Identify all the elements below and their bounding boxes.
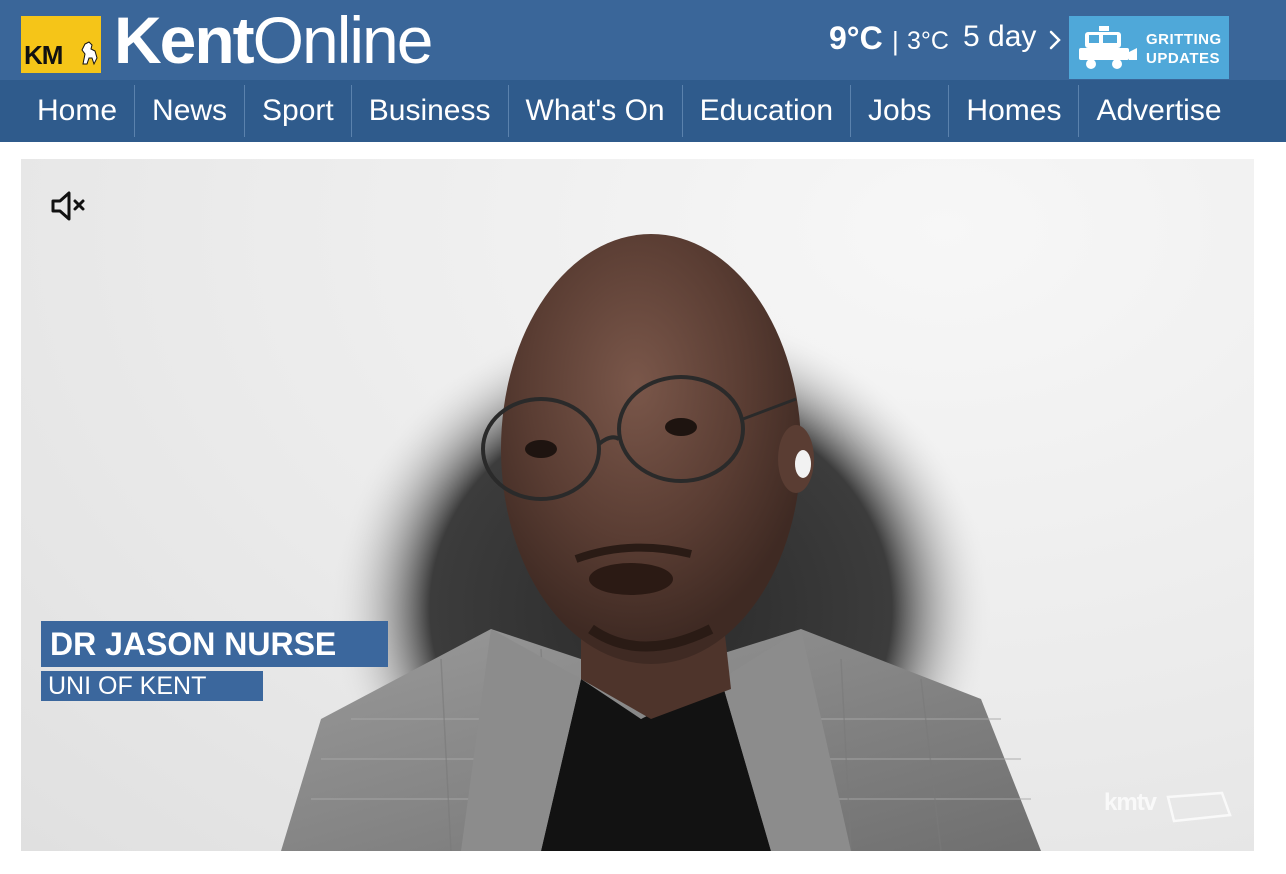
- kmtv-watermark: kmtv: [1104, 787, 1234, 827]
- nav-item-education[interactable]: Education: [681, 85, 850, 137]
- gritting-updates-banner[interactable]: GRITTING UPDATES: [1069, 16, 1229, 79]
- nav-item-sport[interactable]: Sport: [244, 85, 351, 137]
- nav-item-advertise[interactable]: Advertise: [1078, 85, 1238, 137]
- nav-item-home[interactable]: Home: [20, 85, 134, 137]
- weather-high: 9°C: [829, 20, 883, 56]
- speaker-organisation: UNI OF KENT: [41, 671, 263, 701]
- video-player[interactable]: DR JASON NURSE UNI OF KENT kmtv: [21, 159, 1254, 851]
- invicta-horse-icon: [81, 41, 98, 66]
- km-logo-text: KM: [24, 40, 63, 70]
- chevron-right-icon: [1049, 30, 1061, 50]
- kentonline-logo[interactable]: KentOnline: [114, 2, 434, 78]
- five-day-forecast-link[interactable]: 5 day: [963, 20, 1036, 54]
- gritting-title: GRITTING: [1146, 31, 1222, 48]
- weather-low: 3°C: [907, 27, 949, 55]
- nav-item-jobs[interactable]: Jobs: [850, 85, 948, 137]
- volume-muted-icon[interactable]: [49, 189, 89, 223]
- brand-kent: Kent: [114, 3, 255, 77]
- gritter-truck-icon: [1079, 26, 1137, 69]
- brand-online: Online: [252, 3, 434, 77]
- gritting-subtitle: UPDATES: [1146, 50, 1221, 67]
- nav-list: Home News Sport Business What's On Educa…: [20, 80, 1239, 142]
- nav-item-whats-on[interactable]: What's On: [507, 85, 682, 137]
- main-nav: Home News Sport Business What's On Educa…: [0, 80, 1286, 142]
- speaker-name: DR JASON NURSE: [41, 621, 388, 667]
- nav-item-business[interactable]: Business: [350, 85, 508, 137]
- kmtv-screen-icon: [1166, 791, 1232, 823]
- site-header: KM KentOnline 9°C | 3°C 5 day GRITTING U…: [0, 0, 1286, 80]
- video-frame: [281, 234, 1041, 851]
- km-logo[interactable]: KM: [21, 16, 101, 73]
- nav-item-homes[interactable]: Homes: [948, 85, 1078, 137]
- nav-item-news[interactable]: News: [134, 85, 244, 137]
- weather-separator: |: [892, 26, 899, 56]
